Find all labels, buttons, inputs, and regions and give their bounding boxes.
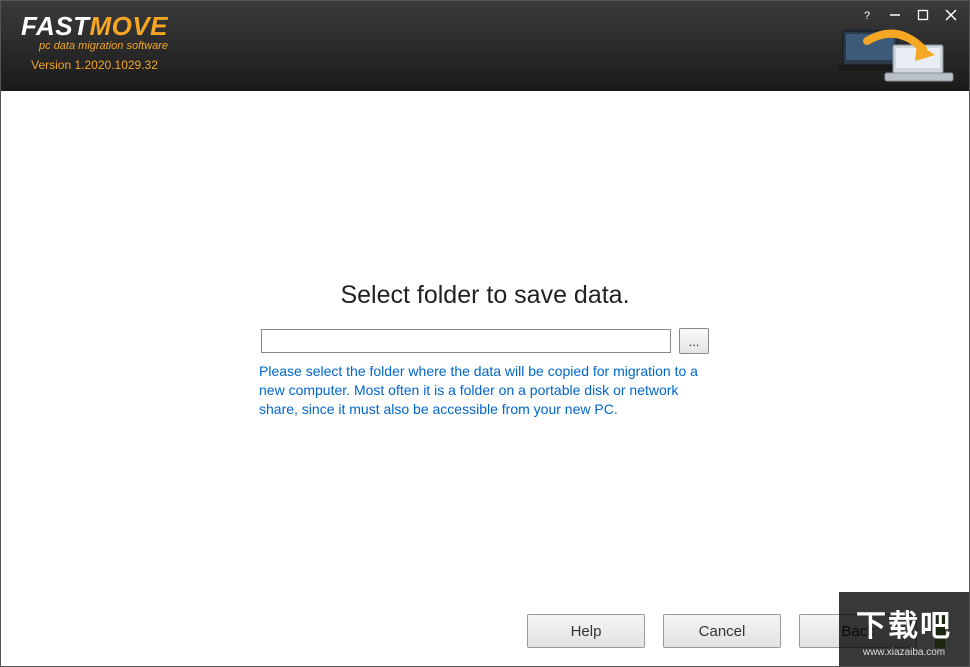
svg-text:?: ? [864,10,870,21]
app-window: FASTMOVE pc data migration software Vers… [0,0,970,667]
browse-button[interactable]: ... [679,328,709,354]
folder-select-panel: Select folder to save data. ... Please s… [235,281,735,419]
hint-text: Please select the folder where the data … [259,362,719,419]
header-right: ? [837,5,963,90]
app-logo: FASTMOVE [21,11,168,42]
window-controls: ? [859,5,963,29]
footer-buttons: Help Cancel Back [527,614,945,648]
maximize-icon[interactable] [915,7,931,23]
page-heading: Select folder to save data. [235,281,735,310]
help-button[interactable]: Help [527,614,645,648]
watermark-url: www.xiazaiba.com [863,647,945,658]
main-content: Select folder to save data. ... Please s… [1,91,969,666]
logo-tagline: pc data migration software [21,40,168,52]
cancel-button[interactable]: Cancel [663,614,781,648]
help-icon[interactable]: ? [859,7,875,23]
folder-path-input[interactable] [261,329,671,353]
back-button[interactable]: Back [799,614,917,648]
next-button-edge[interactable] [935,614,945,648]
minimize-icon[interactable] [887,7,903,23]
brand-block: FASTMOVE pc data migration software Vers… [21,11,168,72]
close-icon[interactable] [943,7,959,23]
logo-text-move: MOVE [89,11,168,42]
folder-input-row: ... [235,328,735,354]
version-label: Version 1.2020.1029.32 [21,58,168,72]
title-bar: FASTMOVE pc data migration software Vers… [1,1,969,91]
migration-illustration-icon [837,27,957,90]
logo-text-fast: FAST [21,11,89,42]
